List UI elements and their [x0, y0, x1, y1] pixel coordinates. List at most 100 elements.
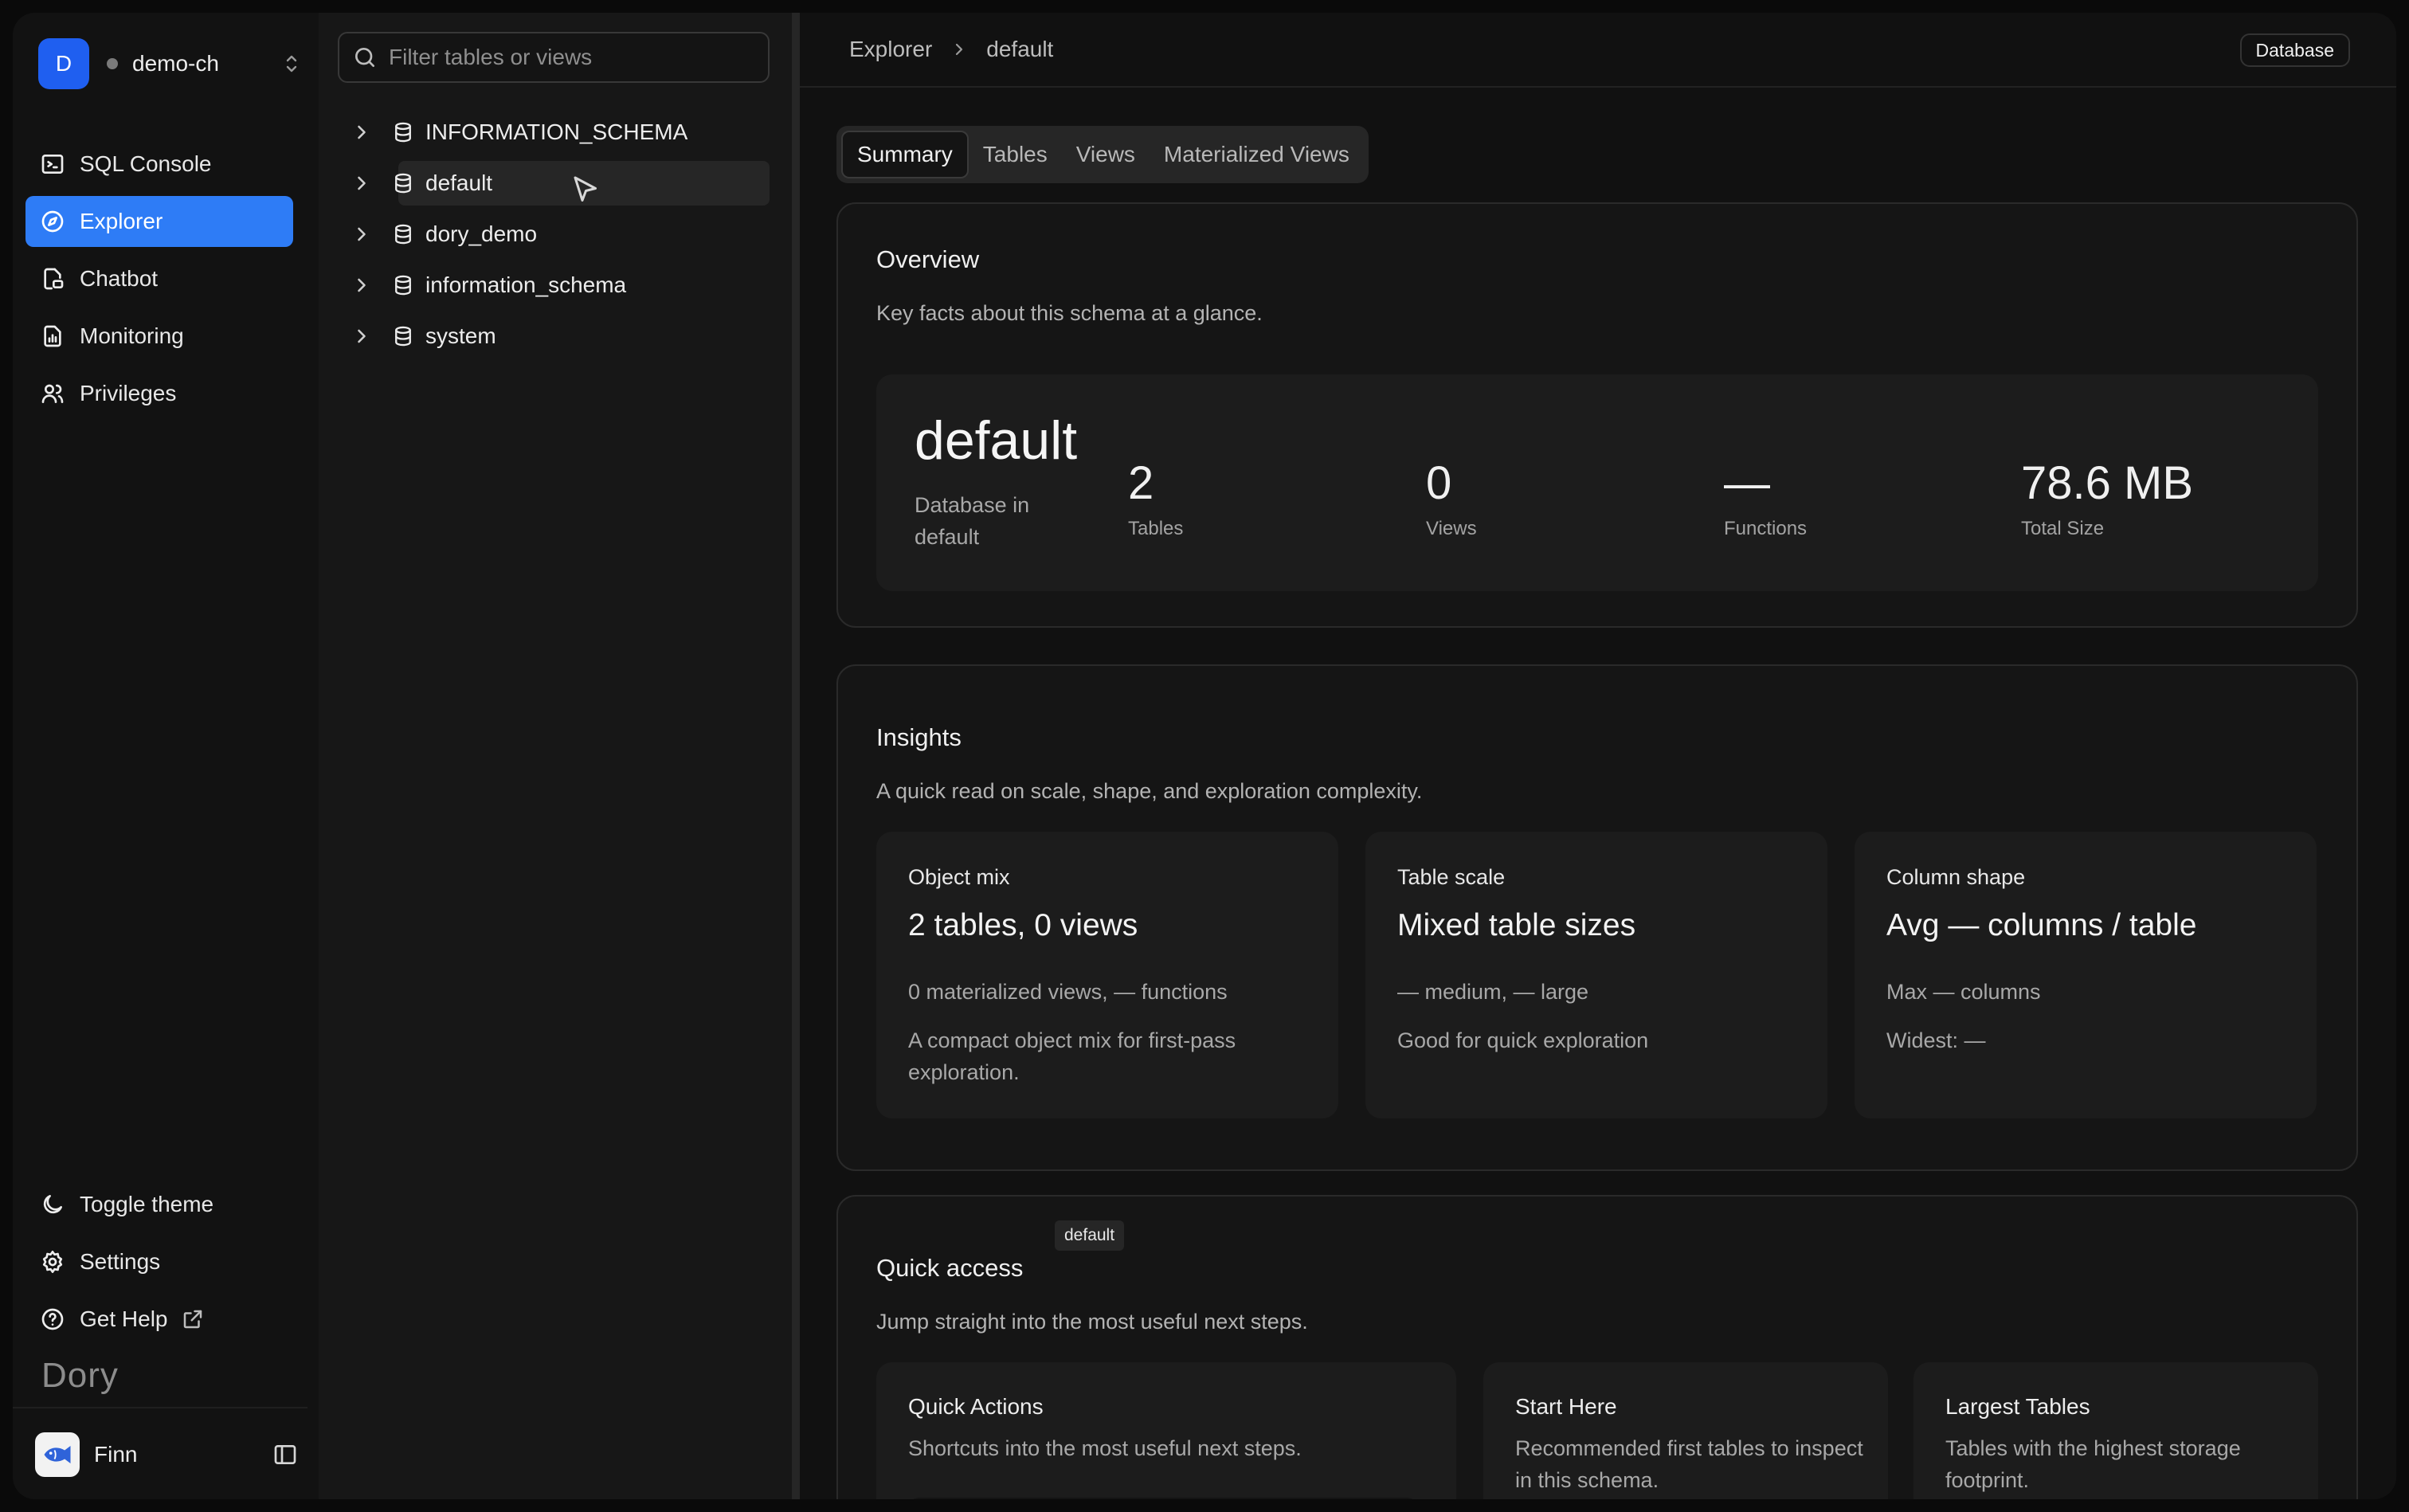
- overview-card: Overview Key facts about this schema at …: [836, 202, 2358, 628]
- gear-icon: [42, 1251, 63, 1273]
- panel-resize-handle[interactable]: [792, 13, 800, 1499]
- status-dot: [107, 58, 118, 69]
- panel-title: Start Here: [1515, 1394, 1617, 1419]
- nav-item-explorer[interactable]: Explorer: [25, 196, 293, 247]
- stat-label: Functions: [1724, 518, 1808, 539]
- breadcrumb-current: default: [986, 37, 1054, 61]
- chevron-right-icon[interactable]: [351, 172, 373, 194]
- workspace-name: demo-ch: [132, 51, 219, 76]
- tooltip-tag: default: [1055, 1220, 1125, 1251]
- terminal-icon: [41, 155, 64, 174]
- database-icon: [395, 326, 411, 347]
- nav-item-monitoring[interactable]: Monitoring: [25, 311, 293, 362]
- nav-item-label: Chatbot: [80, 266, 159, 291]
- panel-subtitle: Shortcuts into the most useful next step…: [908, 1436, 1302, 1460]
- quick-actions-panel: Quick Actions Shortcuts into the most us…: [876, 1362, 1456, 1499]
- compass-icon: [41, 210, 64, 233]
- chat-doc-icon: [44, 268, 64, 290]
- chevron-updown-icon: [286, 55, 297, 72]
- breadcrumb-root[interactable]: Explorer: [849, 37, 932, 62]
- tab-views[interactable]: Views: [1062, 131, 1150, 178]
- schema-stats: default Database in default 2 Tables 0 V…: [876, 374, 2318, 591]
- nav-item-label: Explorer: [80, 209, 163, 233]
- tree-item-dory_demo[interactable]: dory_demo: [351, 212, 770, 257]
- nav-item-chatbot[interactable]: Chatbot: [25, 253, 293, 304]
- quick-action-button[interactable]: [908, 1498, 1418, 1499]
- chevron-right-icon[interactable]: [351, 121, 373, 143]
- insight-detail: — medium, — large: [1397, 980, 1589, 1004]
- stat-total-size: 78.6 MB Total Size: [2021, 457, 2193, 540]
- panel-title: Largest Tables: [1945, 1394, 2090, 1419]
- insight-column-shape: Column shape Avg — columns / table Max —…: [1855, 832, 2317, 1118]
- insight-note: Good for quick exploration: [1397, 1028, 1649, 1052]
- nav-item-sql-console[interactable]: SQL Console: [25, 139, 293, 190]
- stat-label: Total Size: [2021, 518, 2105, 539]
- insight-detail: Max — columns: [1886, 980, 2041, 1004]
- insight-object-mix: Object mix 2 tables, 0 views 0 materiali…: [876, 832, 1338, 1118]
- panel-subtitle: Recommended first tables to inspect in t…: [1515, 1436, 1863, 1492]
- filter-box: [338, 32, 770, 83]
- nav-item-label: Settings: [80, 1249, 161, 1274]
- insights-card: Insights A quick read on scale, shape, a…: [836, 664, 2358, 1171]
- avatar: [35, 1432, 80, 1477]
- insight-headline: Avg — columns / table: [1886, 908, 2197, 942]
- insight-kicker: Object mix: [908, 865, 1010, 889]
- nav-item-label: Monitoring: [80, 323, 184, 348]
- help-icon: [41, 1308, 64, 1330]
- start-here-panel: Start Here Recommended first tables to i…: [1483, 1362, 1888, 1499]
- get-help-link[interactable]: Get Help: [25, 1294, 293, 1345]
- database-tree: INFORMATION_SCHEMA default dory_demo inf…: [351, 110, 770, 365]
- user-menu[interactable]: Finn: [35, 1431, 298, 1479]
- chevron-right-icon[interactable]: [351, 223, 373, 245]
- stat-value: 2: [1128, 457, 1154, 509]
- chevron-right-icon[interactable]: [351, 274, 373, 296]
- nav-item-label: Get Help: [80, 1306, 168, 1331]
- workspace-avatar: D: [38, 38, 89, 89]
- insight-note: A compact object mix for first-pass expl…: [908, 1028, 1236, 1084]
- toggle-theme-button[interactable]: Toggle theme: [25, 1179, 293, 1230]
- card-subtitle: Key facts about this schema at a glance.: [876, 301, 1263, 325]
- card-subtitle: A quick read on scale, shape, and explor…: [876, 779, 1423, 803]
- divider: [13, 1407, 307, 1408]
- stat-tables: 2 Tables: [1128, 457, 1183, 540]
- chevron-right-icon[interactable]: [351, 325, 373, 347]
- filter-input[interactable]: [389, 45, 755, 70]
- insight-detail: 0 materialized views, — functions: [908, 980, 1228, 1004]
- insight-table-scale: Table scale Mixed table sizes — medium, …: [1365, 832, 1827, 1118]
- breadcrumb: Explorer default: [849, 37, 1053, 62]
- tab-tables[interactable]: Tables: [969, 131, 1062, 178]
- nav-item-label: Toggle theme: [80, 1192, 214, 1216]
- stat-value: —: [1724, 457, 1770, 509]
- stat-label: Views: [1426, 518, 1477, 539]
- stat-label: Tables: [1128, 518, 1184, 539]
- tab-materialized-views[interactable]: Materialized Views: [1150, 131, 1364, 178]
- database-icon: [395, 224, 411, 245]
- tree-item-INFORMATION_SCHEMA[interactable]: INFORMATION_SCHEMA: [351, 110, 770, 155]
- workspace-switcher[interactable]: D demo-ch: [38, 38, 301, 89]
- sidebar-toggle-icon[interactable]: [272, 1442, 298, 1467]
- top-bar: Explorer default: [800, 13, 2396, 88]
- tree-item-information_schema[interactable]: information_schema: [351, 263, 770, 307]
- mouse-cursor-icon: [574, 176, 597, 202]
- app-window: D demo-ch SQL Console Explorer Chatbot M…: [13, 13, 2396, 1499]
- tree-item-label: information_schema: [425, 272, 627, 297]
- insight-note: Widest: —: [1886, 1028, 1986, 1052]
- settings-button[interactable]: Settings: [25, 1236, 293, 1287]
- database-icon: [395, 122, 411, 143]
- tree-item-system[interactable]: system: [351, 314, 770, 358]
- tree-item-default[interactable]: default: [351, 161, 770, 206]
- insight-headline: 2 tables, 0 views: [908, 908, 1138, 942]
- insight-kicker: Table scale: [1397, 865, 1506, 889]
- nav-item-label: SQL Console: [80, 151, 212, 176]
- tree-item-label: dory_demo: [425, 221, 538, 246]
- schema-name: default: [915, 410, 1078, 471]
- tree-item-label: INFORMATION_SCHEMA: [425, 119, 688, 144]
- nav-item-label: Privileges: [80, 381, 177, 405]
- panel-title: Quick Actions: [908, 1394, 1044, 1419]
- external-link-icon: [183, 1310, 202, 1329]
- database-icon: [395, 275, 411, 296]
- object-type-badge: Database: [2239, 33, 2350, 67]
- tab-summary[interactable]: Summary: [841, 131, 969, 178]
- chart-doc-icon: [44, 325, 61, 347]
- nav-item-privileges[interactable]: Privileges: [25, 368, 293, 419]
